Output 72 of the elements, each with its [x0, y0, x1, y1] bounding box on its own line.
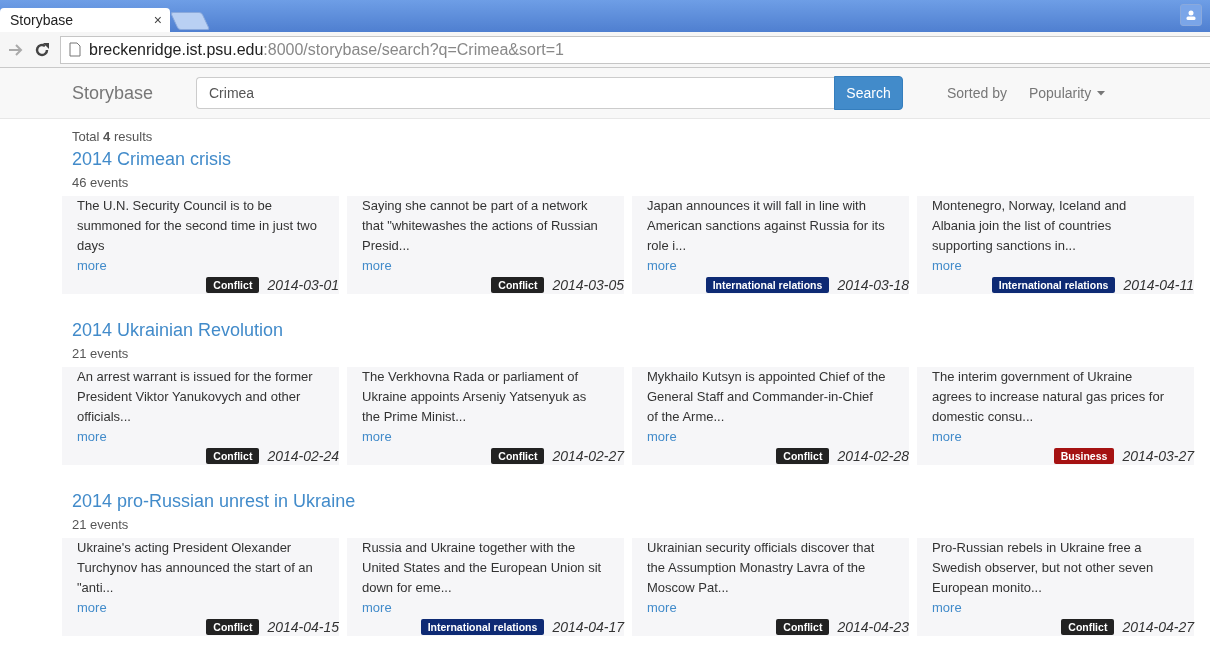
- more-link[interactable]: more: [647, 598, 677, 618]
- event-date: 2014-02-24: [267, 448, 339, 464]
- brand-title[interactable]: Storybase: [72, 82, 196, 104]
- tab-title: Storybase: [10, 12, 74, 28]
- page-icon: [69, 42, 81, 57]
- results-summary: Total 4 results: [72, 129, 154, 144]
- person-icon: [1185, 9, 1197, 21]
- more-link[interactable]: more: [77, 598, 107, 618]
- more-link[interactable]: more: [362, 256, 392, 276]
- event-summary: The Verkhovna Rada or parliament of Ukraine appoints Arseniy Yatsenyuk as the Prime Minist...: [362, 368, 588, 426]
- category-tag: Conflict: [206, 277, 260, 293]
- category-tag: Conflict: [206, 448, 260, 464]
- category-tag: International relations: [991, 277, 1116, 293]
- event-summary: Japan announces it will fall in line with American sanctions against Russia for its role i...: [647, 197, 886, 255]
- event-count: 21 events: [72, 517, 130, 532]
- category-tag: Conflict: [1061, 619, 1115, 635]
- event-summary: Ukraine's acting President Olexander Turchynov has announced the start of an "anti...: [77, 539, 314, 597]
- event-summary: Mykhailo Kutsyn is appointed Chief of the General Staff and Commander-in-Chief of the Arme...: [647, 368, 887, 426]
- event-date: 2014-04-11: [1123, 277, 1194, 293]
- new-tab-button[interactable]: [169, 12, 211, 30]
- more-link[interactable]: more: [362, 598, 392, 618]
- more-link[interactable]: more: [77, 427, 107, 447]
- category-tag: Business: [1053, 448, 1115, 464]
- more-link[interactable]: more: [932, 427, 962, 447]
- event-count: 46 events: [72, 175, 130, 190]
- category-tag: Conflict: [491, 448, 545, 464]
- event-summary: The interim government of Ukraine agrees to increase natural gas prices for domestic consu...: [932, 368, 1165, 426]
- event-summary: Montenegro, Norway, Iceland and Albania join the list of countries supporting sanctions in...: [932, 197, 1128, 255]
- tab-close-button[interactable]: ×: [153, 12, 162, 28]
- event-date: 2014-04-17: [552, 619, 624, 635]
- sort-dropdown[interactable]: Popularity: [1028, 85, 1106, 101]
- story-title-link[interactable]: 2014 Ukrainian Revolution: [72, 320, 284, 341]
- search-button[interactable]: Search: [834, 76, 903, 110]
- category-tag: Conflict: [776, 619, 830, 635]
- event-date: 2014-03-05: [552, 277, 624, 293]
- event-date: 2014-04-15: [267, 619, 339, 635]
- more-link[interactable]: more: [77, 256, 107, 276]
- more-link[interactable]: more: [647, 256, 677, 276]
- sort-label: Sorted by: [947, 85, 1007, 101]
- caret-icon: [1097, 90, 1106, 96]
- event-date: 2014-04-23: [837, 619, 909, 635]
- event-date: 2014-04-27: [1122, 619, 1194, 635]
- category-tag: Conflict: [776, 448, 830, 464]
- story-title-link[interactable]: 2014 pro-Russian unrest in Ukraine: [72, 491, 356, 512]
- story-title-link[interactable]: 2014 Crimean crisis: [72, 149, 232, 170]
- user-button[interactable]: [1180, 4, 1202, 26]
- event-date: 2014-02-28: [837, 448, 909, 464]
- browser-tab[interactable]: Storybase ×: [0, 8, 170, 32]
- reload-icon[interactable]: [34, 41, 50, 58]
- event-date: 2014-03-18: [837, 277, 909, 293]
- event-count: 21 events: [72, 346, 130, 361]
- category-tag: International relations: [705, 277, 830, 293]
- event-summary: Pro-Russian rebels in Ukraine free a Swedish observer, but not other seven European monito...: [932, 539, 1155, 597]
- forward-arrow-icon[interactable]: [8, 42, 24, 57]
- event-summary: An arrest warrant is issued for the former President Viktor Yanukovych and other officials...: [77, 368, 314, 426]
- address-field[interactable]: breckenridge.ist.psu.edu:8000/storybase/search?q=Crimea&sort=1: [60, 35, 1210, 64]
- more-link[interactable]: more: [362, 427, 392, 447]
- url-text: breckenridge.ist.psu.edu:8000/storybase/search?q=Crimea&sort=1: [89, 40, 564, 59]
- more-link[interactable]: more: [932, 256, 962, 276]
- more-link[interactable]: more: [647, 427, 677, 447]
- category-tag: Conflict: [491, 277, 545, 293]
- category-tag: International relations: [420, 619, 545, 635]
- category-tag: Conflict: [206, 619, 260, 635]
- event-summary: Russia and Ukraine together with the United States and the European Union sit down for eme...: [362, 539, 603, 597]
- event-summary: Ukrainian security officials discover that the Assumption Monastry Lavra of the Moscow Pat...: [647, 539, 876, 597]
- event-date: 2014-02-27: [552, 448, 624, 464]
- event-summary: The U.N. Security Council is to be summoned for the second time in just two days: [77, 197, 318, 255]
- search-field[interactable]: Crimea: [196, 77, 834, 109]
- more-link[interactable]: more: [932, 598, 962, 618]
- event-summary: Saying she cannot be part of a network that "whitewashes the actions of Russian Presid...: [362, 197, 599, 255]
- event-date: 2014-03-27: [1122, 448, 1194, 464]
- event-date: 2014-03-01: [267, 277, 339, 293]
